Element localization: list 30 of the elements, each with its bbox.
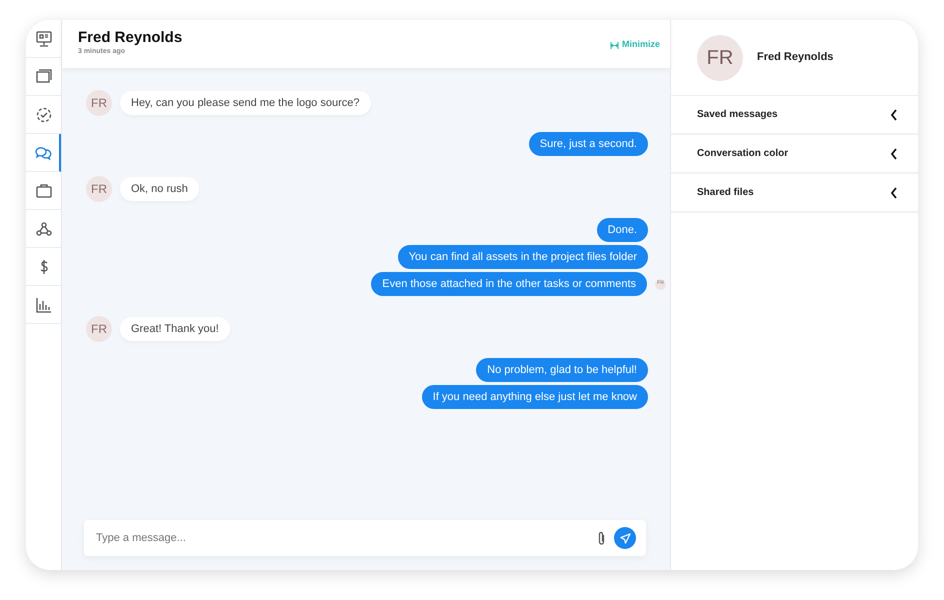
message-bubble: Ok, no rush — [120, 177, 199, 201]
network-icon — [34, 220, 52, 238]
collapse-icon — [610, 42, 619, 48]
section-header[interactable]: Saved messages — [671, 96, 918, 135]
profile-name: Fred Reynolds — [757, 50, 834, 66]
briefcase-icon — [34, 182, 52, 200]
message-bubble: Hey, can you please send me the logo source? — [120, 91, 370, 115]
message-composer[interactable]: Type a message... — [84, 520, 646, 556]
message-bubble: Great! Thank you! — [120, 317, 230, 341]
message-bubble: Even those attached in the other tasks or comments — [371, 272, 647, 296]
dashed-check-icon — [34, 106, 52, 124]
bar-chart-icon — [34, 296, 52, 314]
section-header[interactable]: Conversation color — [671, 135, 918, 174]
section-header[interactable]: Shared files — [671, 174, 918, 213]
avatar: FR — [86, 176, 112, 202]
nav-tab[interactable] — [26, 134, 61, 172]
avatar: FR — [86, 316, 112, 342]
send-icon — [620, 532, 630, 544]
message-bubble: You can find all assets in the project files folder — [398, 245, 648, 269]
avatar: FR — [86, 90, 112, 116]
message-bubble: If you need anything else just let me know — [422, 385, 648, 409]
profile-avatar: FR — [697, 34, 743, 80]
message-bubble: Done. — [596, 218, 648, 242]
attachment-icon[interactable] — [597, 530, 606, 546]
message-bubble: Sure, just a second. — [528, 132, 648, 156]
message-bubble: No problem, glad to be helpful! — [476, 358, 648, 382]
chat-title: Fred Reynolds — [78, 29, 182, 47]
monitor-icon — [34, 30, 52, 48]
send-button[interactable] — [614, 527, 636, 549]
folders-icon — [34, 68, 52, 86]
